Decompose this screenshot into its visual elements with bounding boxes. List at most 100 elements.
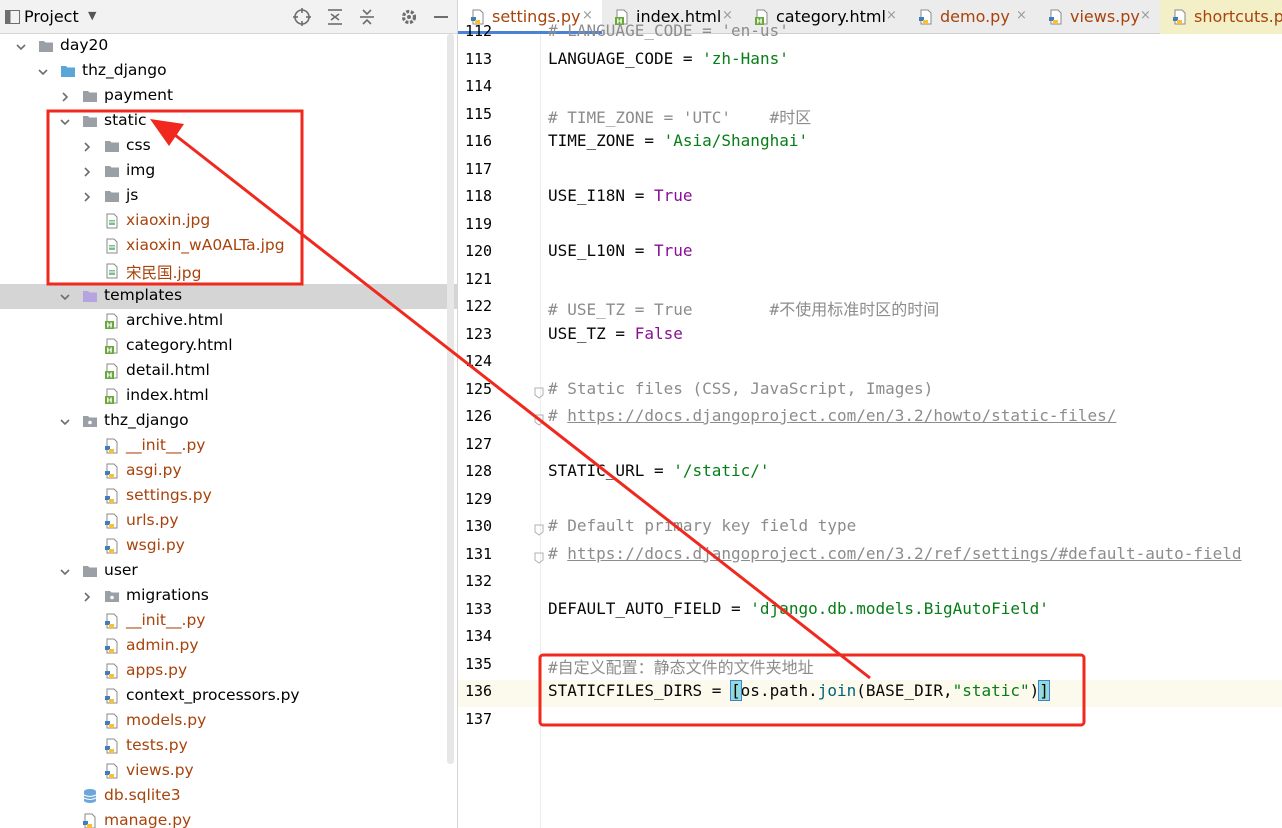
tree-item[interactable]: wsgi.py [0, 534, 457, 559]
tree-item[interactable]: Hindex.html [0, 384, 457, 409]
code-line[interactable]: # Default primary key field type [548, 516, 856, 535]
svg-text:H: H [107, 372, 113, 380]
code-line[interactable]: #自定义配置：静态文件的文件夹地址 [548, 654, 814, 678]
code-line[interactable]: # https://docs.djangoproject.com/en/3.2/… [548, 406, 1116, 425]
minimize-icon[interactable] [429, 5, 453, 29]
code-line[interactable]: USE_TZ = False [548, 324, 683, 343]
expand-all-icon[interactable] [323, 5, 347, 29]
folder-icon [82, 563, 98, 579]
tree-item[interactable]: admin.py [0, 634, 457, 659]
tree-item[interactable]: __init__.py [0, 609, 457, 634]
code-token: # [548, 543, 568, 563]
tree-item[interactable]: Hcategory.html [0, 334, 457, 359]
tree-item[interactable]: xiaoxin.jpg [0, 209, 457, 234]
project-folder-icon [60, 63, 76, 79]
tree-item[interactable]: migrations [0, 584, 457, 609]
code-line[interactable]: # https://docs.djangoproject.com/en/3.2/… [548, 544, 1242, 563]
tree-item[interactable]: 宋民国.jpg [0, 259, 457, 284]
chevron-right-icon[interactable] [80, 190, 94, 204]
editor-tab[interactable]: demo.py × [906, 0, 1036, 34]
tree-item[interactable]: static [0, 109, 457, 134]
code-line[interactable]: # USE_TZ = True #不使用标准时区的时间 [548, 296, 939, 320]
chevron-down-icon[interactable]: ▼ [88, 9, 96, 22]
chevron-right-icon[interactable] [58, 90, 72, 104]
code-line[interactable]: STATIC_URL = '/static/' [548, 461, 770, 480]
tree-item[interactable]: Harchive.html [0, 309, 457, 334]
code-line[interactable]: DEFAULT_AUTO_FIELD = 'django.db.models.B… [548, 599, 1049, 618]
chevron-right-icon[interactable] [80, 140, 94, 154]
code-line[interactable]: LANGUAGE_CODE = 'zh-Hans' [548, 49, 789, 68]
fold-marker-icon[interactable] [534, 385, 544, 399]
code-token: TIME_ZONE [548, 131, 635, 150]
code-token: = [605, 323, 635, 343]
python-file-icon [104, 438, 120, 454]
tree-item[interactable]: xiaoxin_wA0ALTa.jpg [0, 234, 457, 259]
tree-item[interactable]: thz_django [0, 59, 457, 84]
chevron-down-icon[interactable] [14, 40, 28, 54]
folder-icon [104, 138, 120, 154]
tree-item[interactable]: tests.py [0, 734, 457, 759]
code-token: 'Asia/Shanghai' [663, 131, 809, 150]
python-file-icon [104, 713, 120, 729]
code-token: 'django.db.models.BigAutoField' [750, 598, 1049, 618]
tree-item[interactable]: js [0, 184, 457, 209]
editor-tab[interactable]: views.py × [1036, 0, 1160, 34]
project-scrollbar[interactable] [447, 34, 454, 764]
tree-item[interactable]: models.py [0, 709, 457, 734]
line-number: 118 [465, 187, 493, 205]
close-icon[interactable]: × [1016, 8, 1027, 23]
tree-item[interactable]: manage.py [0, 809, 457, 828]
tree-item[interactable]: views.py [0, 759, 457, 784]
project-panel-title[interactable]: Project [24, 7, 79, 26]
fold-marker-icon[interactable] [534, 550, 544, 564]
tree-item-label: manage.py [104, 811, 192, 828]
gear-icon[interactable] [397, 5, 421, 29]
locate-file-icon[interactable] [290, 5, 314, 29]
fold-marker-icon[interactable] [534, 412, 544, 426]
code-token: # [548, 406, 568, 425]
tree-item[interactable]: user [0, 559, 457, 584]
fold-marker-icon[interactable] [534, 522, 544, 536]
line-number: 130 [465, 517, 493, 535]
tree-item[interactable]: css [0, 134, 457, 159]
code-line[interactable]: USE_I18N = True [548, 186, 693, 205]
line-number: 123 [465, 324, 493, 343]
chevron-down-icon[interactable] [58, 290, 72, 304]
collapse-all-icon[interactable] [355, 5, 379, 29]
code-line[interactable]: # LANGUAGE_CODE = 'en-us' [548, 21, 789, 40]
close-icon[interactable]: × [1140, 8, 1151, 23]
tree-item[interactable]: __init__.py [0, 434, 457, 459]
tree-item-label: static [104, 111, 147, 129]
chevron-down-icon[interactable] [58, 415, 72, 429]
tree-item[interactable]: db.sqlite3 [0, 784, 457, 809]
code-line[interactable]: USE_L10N = True [548, 241, 693, 260]
tree-item[interactable]: payment [0, 84, 457, 109]
tree-item[interactable]: settings.py [0, 484, 457, 509]
tree-item[interactable]: thz_django [0, 409, 457, 434]
close-icon[interactable]: × [886, 8, 897, 23]
code-line[interactable]: TIME_ZONE = 'Asia/Shanghai' [548, 131, 808, 150]
line-number: 134 [465, 627, 493, 645]
tree-item[interactable]: img [0, 159, 457, 184]
python-file-icon [104, 763, 120, 779]
code-line[interactable]: STATICFILES_DIRS = [os.path.join(BASE_DI… [548, 680, 1050, 701]
tree-item[interactable]: templates [0, 284, 457, 309]
chevron-down-icon[interactable] [58, 115, 72, 129]
tree-item[interactable]: asgi.py [0, 459, 457, 484]
editor-tab[interactable]: shortcuts.py [1160, 0, 1282, 34]
chevron-right-icon[interactable] [80, 590, 94, 604]
tree-item-label: context_processors.py [126, 686, 300, 704]
tree-item[interactable]: day20 [0, 34, 457, 59]
tree-item[interactable]: urls.py [0, 509, 457, 534]
chevron-right-icon[interactable] [80, 165, 94, 179]
line-number: 129 [465, 489, 493, 508]
tree-item[interactable]: apps.py [0, 659, 457, 684]
chevron-down-icon[interactable] [36, 65, 50, 79]
code-line[interactable]: # TIME_ZONE = 'UTC' #时区 [548, 104, 811, 128]
code-line[interactable]: # Static files (CSS, JavaScript, Images) [548, 379, 933, 398]
tree-item[interactable]: context_processors.py [0, 684, 457, 709]
image-file-icon [104, 213, 120, 229]
tree-item-label: payment [104, 86, 174, 104]
tree-item[interactable]: Hdetail.html [0, 359, 457, 384]
chevron-down-icon[interactable] [58, 565, 72, 579]
